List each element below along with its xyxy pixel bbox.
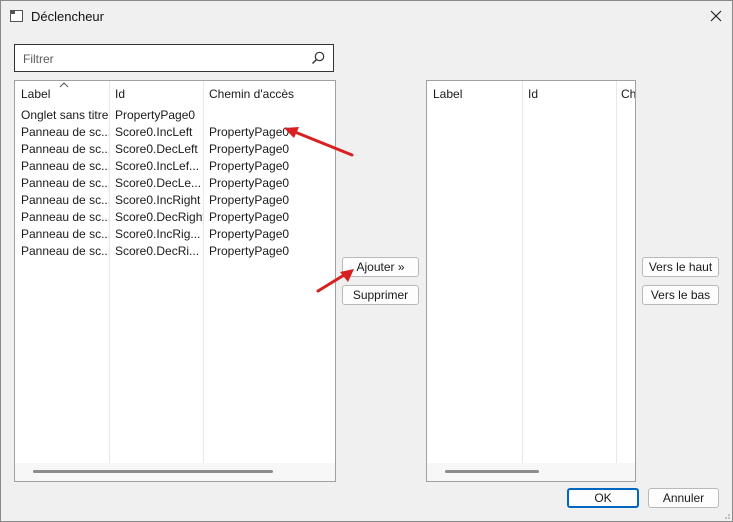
cell-id: Score0.DecRi... bbox=[115, 244, 200, 258]
scrollbar-thumb[interactable] bbox=[33, 470, 273, 473]
cell-label: Panneau de sc... bbox=[21, 193, 109, 207]
cell-path: PropertyPage0 bbox=[209, 142, 290, 156]
cell-label: Panneau de sc... bbox=[21, 159, 109, 173]
cell-id: Score0.IncLef... bbox=[115, 159, 200, 173]
table-row[interactable]: Panneau de sc... Score0.DecLeft Property… bbox=[15, 141, 335, 158]
remove-button[interactable]: Supprimer bbox=[342, 285, 419, 305]
column-header-path[interactable]: Chemin d'accès bbox=[203, 81, 335, 105]
move-down-button[interactable]: Vers le bas bbox=[642, 285, 719, 305]
add-button[interactable]: Ajouter » bbox=[342, 257, 419, 277]
search-icon[interactable] bbox=[311, 51, 325, 65]
cell-label: Onglet sans titre bbox=[21, 108, 109, 122]
sort-ascending-icon bbox=[59, 82, 69, 88]
cell-id: Score0.IncLeft bbox=[115, 125, 193, 139]
cell-path: PropertyPage0 bbox=[209, 176, 290, 190]
cell-path: PropertyPage0 bbox=[209, 210, 290, 224]
cell-label: Panneau de sc... bbox=[21, 244, 109, 258]
cell-path: PropertyPage0 bbox=[209, 193, 290, 207]
selected-triggers-list[interactable]: Label Id Ch bbox=[426, 80, 636, 482]
cell-label: Panneau de sc... bbox=[21, 227, 109, 241]
column-header-path[interactable]: Ch bbox=[616, 81, 635, 105]
ok-button[interactable]: OK bbox=[567, 488, 639, 508]
horizontal-scrollbar[interactable] bbox=[427, 463, 635, 481]
table-row[interactable]: Panneau de sc... Score0.IncLef... Proper… bbox=[15, 158, 335, 175]
column-header-id[interactable]: Id bbox=[522, 81, 616, 105]
resize-grip-icon[interactable] bbox=[722, 511, 730, 519]
cell-path: PropertyPage0 bbox=[209, 159, 290, 173]
cell-path: PropertyPage0 bbox=[209, 227, 290, 241]
table-row[interactable]: Panneau de sc... Score0.IncLeft Property… bbox=[15, 124, 335, 141]
table-row[interactable]: Panneau de sc... Score0.DecRight Propert… bbox=[15, 209, 335, 226]
table-row[interactable]: Onglet sans titre PropertyPage0 bbox=[15, 107, 335, 124]
table-row[interactable]: Panneau de sc... Score0.DecLe... Propert… bbox=[15, 175, 335, 192]
close-icon bbox=[710, 10, 722, 22]
cell-path: PropertyPage0 bbox=[209, 125, 290, 139]
filter-input[interactable] bbox=[21, 49, 305, 69]
window-title: Déclencheur bbox=[31, 9, 104, 24]
cell-path: PropertyPage0 bbox=[209, 244, 290, 258]
column-header-id[interactable]: Id bbox=[109, 81, 203, 105]
title-bar: Déclencheur bbox=[1, 1, 732, 31]
cell-id: Score0.DecLeft bbox=[115, 142, 198, 156]
available-triggers-list[interactable]: Label Id Chemin d'accès Onglet sans titr… bbox=[14, 80, 336, 482]
cell-label: Panneau de sc... bbox=[21, 210, 109, 224]
scrollbar-thumb[interactable] bbox=[445, 470, 539, 473]
cell-id: Score0.IncRig... bbox=[115, 227, 201, 241]
filter-box bbox=[14, 44, 334, 72]
cell-label: Panneau de sc... bbox=[21, 176, 109, 190]
cell-id: Score0.IncRight bbox=[115, 193, 201, 207]
cell-label: Panneau de sc... bbox=[21, 142, 109, 156]
table-row[interactable]: Panneau de sc... Score0.IncRight Propert… bbox=[15, 192, 335, 209]
close-button[interactable] bbox=[700, 1, 732, 31]
cell-label: Panneau de sc... bbox=[21, 125, 109, 139]
table-row[interactable]: Panneau de sc... Score0.IncRig... Proper… bbox=[15, 226, 335, 243]
column-header-label[interactable]: Label bbox=[427, 81, 522, 105]
cell-id: PropertyPage0 bbox=[115, 108, 196, 122]
table-row[interactable]: Panneau de sc... Score0.DecRi... Propert… bbox=[15, 243, 335, 260]
cell-id: Score0.DecLe... bbox=[115, 176, 202, 190]
horizontal-scrollbar[interactable] bbox=[15, 463, 335, 481]
move-up-button[interactable]: Vers le haut bbox=[642, 257, 719, 277]
dialog-window: Déclencheur Label Id Chemin d'accès Ongl… bbox=[0, 0, 733, 522]
window-icon bbox=[10, 10, 23, 22]
cell-id: Score0.DecRight bbox=[115, 210, 203, 224]
cancel-button[interactable]: Annuler bbox=[648, 488, 719, 508]
